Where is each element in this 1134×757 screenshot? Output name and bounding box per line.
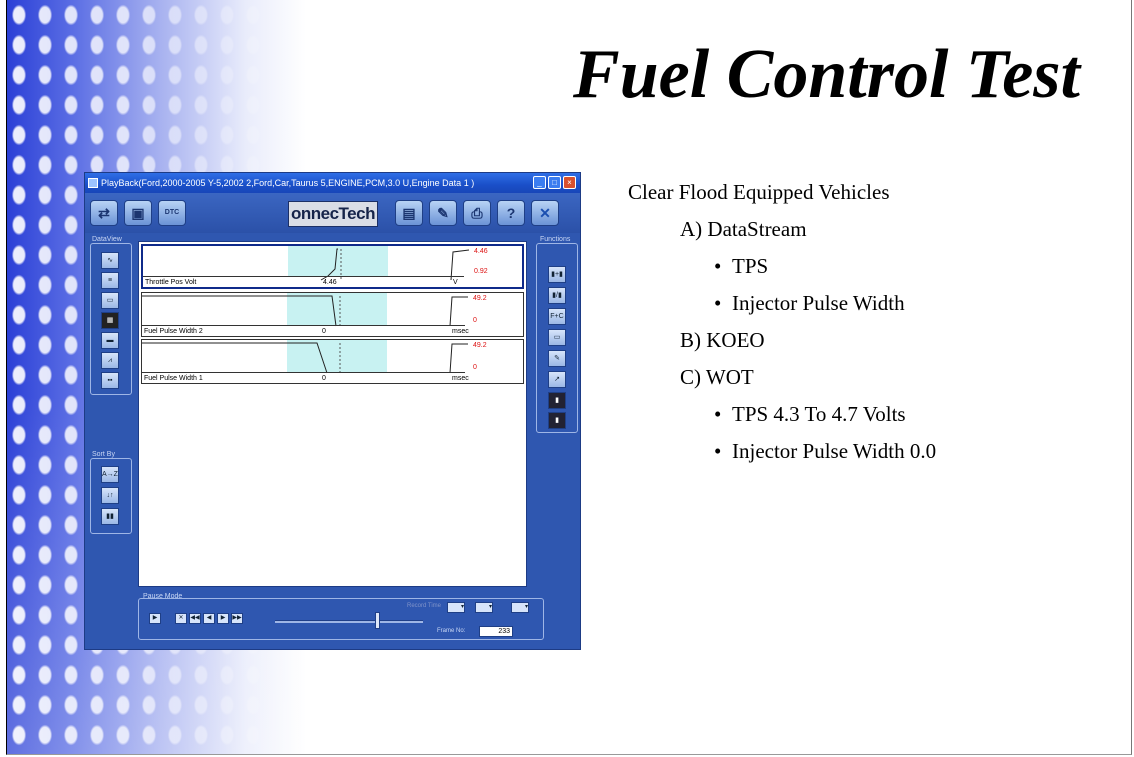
bullet-level2: Injector Pulse Width 0.0: [714, 439, 936, 464]
bullet-level2: TPS 4.3 To 4.7 Volts: [714, 402, 906, 427]
functions-panel: ▮+▮ ▮/▮ F+C ▭ ✎ ↗ ▮ ▮: [536, 243, 578, 433]
maximize-button[interactable]: □: [548, 176, 561, 189]
trace-value: 0: [322, 375, 326, 382]
sortby-label: Sort By: [92, 451, 115, 458]
tools-icon[interactable]: ✎: [429, 200, 457, 226]
trace-unit: msec: [452, 375, 469, 382]
sortby-panel: A→Z ↓↑ ▮▮: [90, 458, 132, 534]
record-time-seconds-select[interactable]: ▾: [511, 602, 529, 613]
edit-icon[interactable]: ✎: [548, 350, 566, 367]
scan-tool-window: PlayBack(Ford,2000-2005 Y-5,2002 2,Ford,…: [84, 172, 581, 650]
close-button[interactable]: ×: [563, 176, 576, 189]
help-icon[interactable]: ?: [497, 200, 525, 226]
bullet-level2: TPS: [714, 254, 768, 279]
bullet-level0: Clear Flood Equipped Vehicles: [628, 180, 890, 204]
list-view-button[interactable]: ≡: [101, 272, 119, 289]
trace-name: Fuel Pulse Width 1: [144, 375, 203, 382]
minimize-button[interactable]: _: [533, 176, 546, 189]
digital-view-button[interactable]: ▪▪: [101, 372, 119, 389]
pause-mode-panel: ▶ ✕ ◀◀ ◀ ▶ ▶▶ Record Time ▾ ▾ ▾ Frame No…: [138, 598, 544, 640]
dtc-icon[interactable]: DTC: [158, 200, 186, 226]
trace-max: 49.2: [473, 342, 487, 349]
rewind-button[interactable]: ◀◀: [189, 613, 201, 624]
trace-unit: V: [453, 279, 458, 286]
graph-area: Throttle Pos Volt 4.46 V 4.46 0.92 Fuel …: [138, 241, 527, 587]
trace-min: 0: [473, 317, 477, 324]
waveform-view-button[interactable]: ⩘: [101, 352, 119, 369]
window-titlebar: PlayBack(Ford,2000-2005 Y-5,2002 2,Ford,…: [85, 173, 580, 193]
record-time-hours-select[interactable]: ▾: [447, 602, 465, 613]
trace-throttle-pos-volt[interactable]: Throttle Pos Volt 4.46 V 4.46 0.92: [141, 244, 524, 289]
trace-unit: msec: [452, 328, 469, 335]
step-forward-button[interactable]: ▶: [217, 613, 229, 624]
function-button-3[interactable]: F+C: [548, 308, 566, 325]
stop-button[interactable]: ✕: [175, 613, 187, 624]
trace-fuel-pulse-width-1[interactable]: Fuel Pulse Width 1 0 msec 49.2 0: [141, 339, 524, 384]
functions-label: Functions: [540, 236, 571, 243]
bullet-level1: B) KOEO: [680, 328, 765, 352]
record-time-minutes-select[interactable]: ▾: [475, 602, 493, 613]
frame-number-label: Frame No:: [437, 628, 466, 634]
function-button-1[interactable]: ▮+▮: [548, 266, 566, 283]
trace-name: Throttle Pos Volt: [145, 279, 197, 286]
connectech-logo: onnecTech: [288, 201, 378, 227]
dataview-panel: ∿ ≡ ▭ ▦ ▬ ⩘ ▪▪: [90, 243, 132, 395]
trace-max: 49.2: [473, 295, 487, 302]
dataview-label: DataView: [92, 236, 122, 243]
record-time-label: Record Time: [407, 603, 442, 609]
play-button[interactable]: ▶: [149, 613, 161, 624]
module-icon[interactable]: ▣: [124, 200, 152, 226]
trace-min: 0.92: [474, 268, 488, 275]
table-view-button[interactable]: ▦: [101, 312, 119, 329]
trace-value: 0: [322, 328, 326, 335]
sort-order-button[interactable]: ↓↑: [101, 487, 119, 504]
trace-fuel-pulse-width-2[interactable]: Fuel Pulse Width 2 0 msec 49.2 0: [141, 292, 524, 337]
split-view-button[interactable]: ▭: [101, 292, 119, 309]
print-icon[interactable]: ⎙: [463, 200, 491, 226]
vehicle-icon[interactable]: ⇄: [90, 200, 118, 226]
window-title: PlayBack(Ford,2000-2005 Y-5,2002 2,Ford,…: [101, 178, 475, 188]
graph-view-button[interactable]: ∿: [101, 252, 119, 269]
sort-group-button[interactable]: ▮▮: [101, 508, 119, 525]
tool-icon[interactable]: ↗: [548, 371, 566, 388]
step-back-button[interactable]: ◀: [203, 613, 215, 624]
bullet-level1: A) DataStream: [680, 217, 807, 241]
trace-value: 4.46: [323, 279, 337, 286]
playback-slider-knob[interactable]: [375, 612, 380, 629]
record-icon[interactable]: ▤: [395, 200, 423, 226]
slide-title: Fuel Control Test: [573, 36, 1080, 113]
trigger-icon[interactable]: ▮: [548, 392, 566, 409]
trace-name: Fuel Pulse Width 2: [144, 328, 203, 335]
save-icon[interactable]: ▭: [548, 329, 566, 346]
exit-icon[interactable]: ✕: [531, 200, 559, 226]
toolbar: ⇄ ▣ DTC onnecTech ▤ ✎ ⎙ ? ✕: [85, 193, 580, 233]
bullet-level2: Injector Pulse Width: [714, 291, 905, 316]
playback-slider[interactable]: [275, 620, 423, 623]
function-button-2[interactable]: ▮/▮: [548, 287, 566, 304]
trace-min: 0: [473, 364, 477, 371]
marker-icon[interactable]: ▮: [548, 412, 566, 429]
meter-view-button[interactable]: ▬: [101, 332, 119, 349]
trace-max: 4.46: [474, 248, 488, 255]
fast-forward-button[interactable]: ▶▶: [231, 613, 243, 624]
sort-alpha-button[interactable]: A→Z: [101, 466, 119, 483]
frame-number-field[interactable]: 233: [479, 626, 513, 637]
bullet-level1: C) WOT: [680, 365, 754, 389]
app-icon: [88, 178, 98, 188]
